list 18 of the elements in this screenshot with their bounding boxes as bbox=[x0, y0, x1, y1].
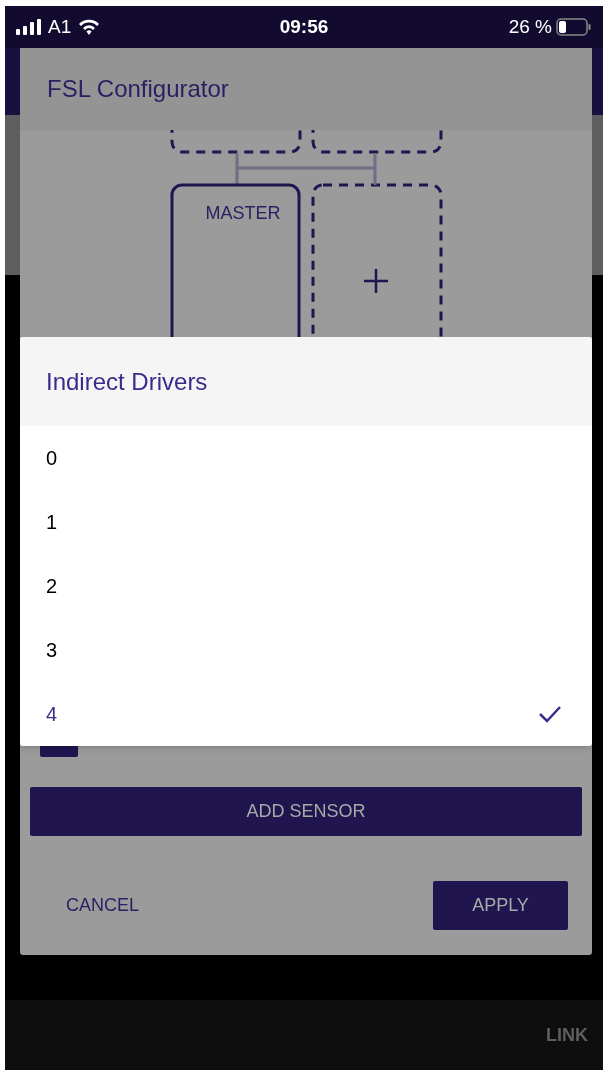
clock-time: 09:56 bbox=[279, 15, 329, 37]
picker-option[interactable]: 4 bbox=[20, 682, 592, 746]
dialog-title: FSL Configurator bbox=[47, 74, 229, 104]
battery-icon bbox=[556, 18, 592, 36]
picker-option[interactable]: 3 bbox=[20, 618, 592, 682]
checkmark-icon bbox=[538, 705, 562, 723]
add-sensor-button[interactable]: ADD SENSOR bbox=[30, 787, 582, 836]
carrier-name: A1 bbox=[48, 14, 72, 39]
apply-button[interactable]: APPLY bbox=[433, 881, 568, 930]
picker-option[interactable]: 2 bbox=[20, 554, 592, 618]
master-label: MASTER bbox=[205, 203, 281, 223]
picker-option[interactable]: 0 bbox=[20, 426, 592, 490]
cancel-button[interactable]: CANCEL bbox=[66, 892, 140, 919]
picker-title: Indirect Drivers bbox=[46, 366, 208, 397]
signal-icon bbox=[16, 19, 42, 35]
picker-option[interactable]: 1 bbox=[20, 490, 592, 554]
battery-percent: 26 % bbox=[508, 14, 552, 39]
wifi-icon bbox=[77, 18, 102, 36]
